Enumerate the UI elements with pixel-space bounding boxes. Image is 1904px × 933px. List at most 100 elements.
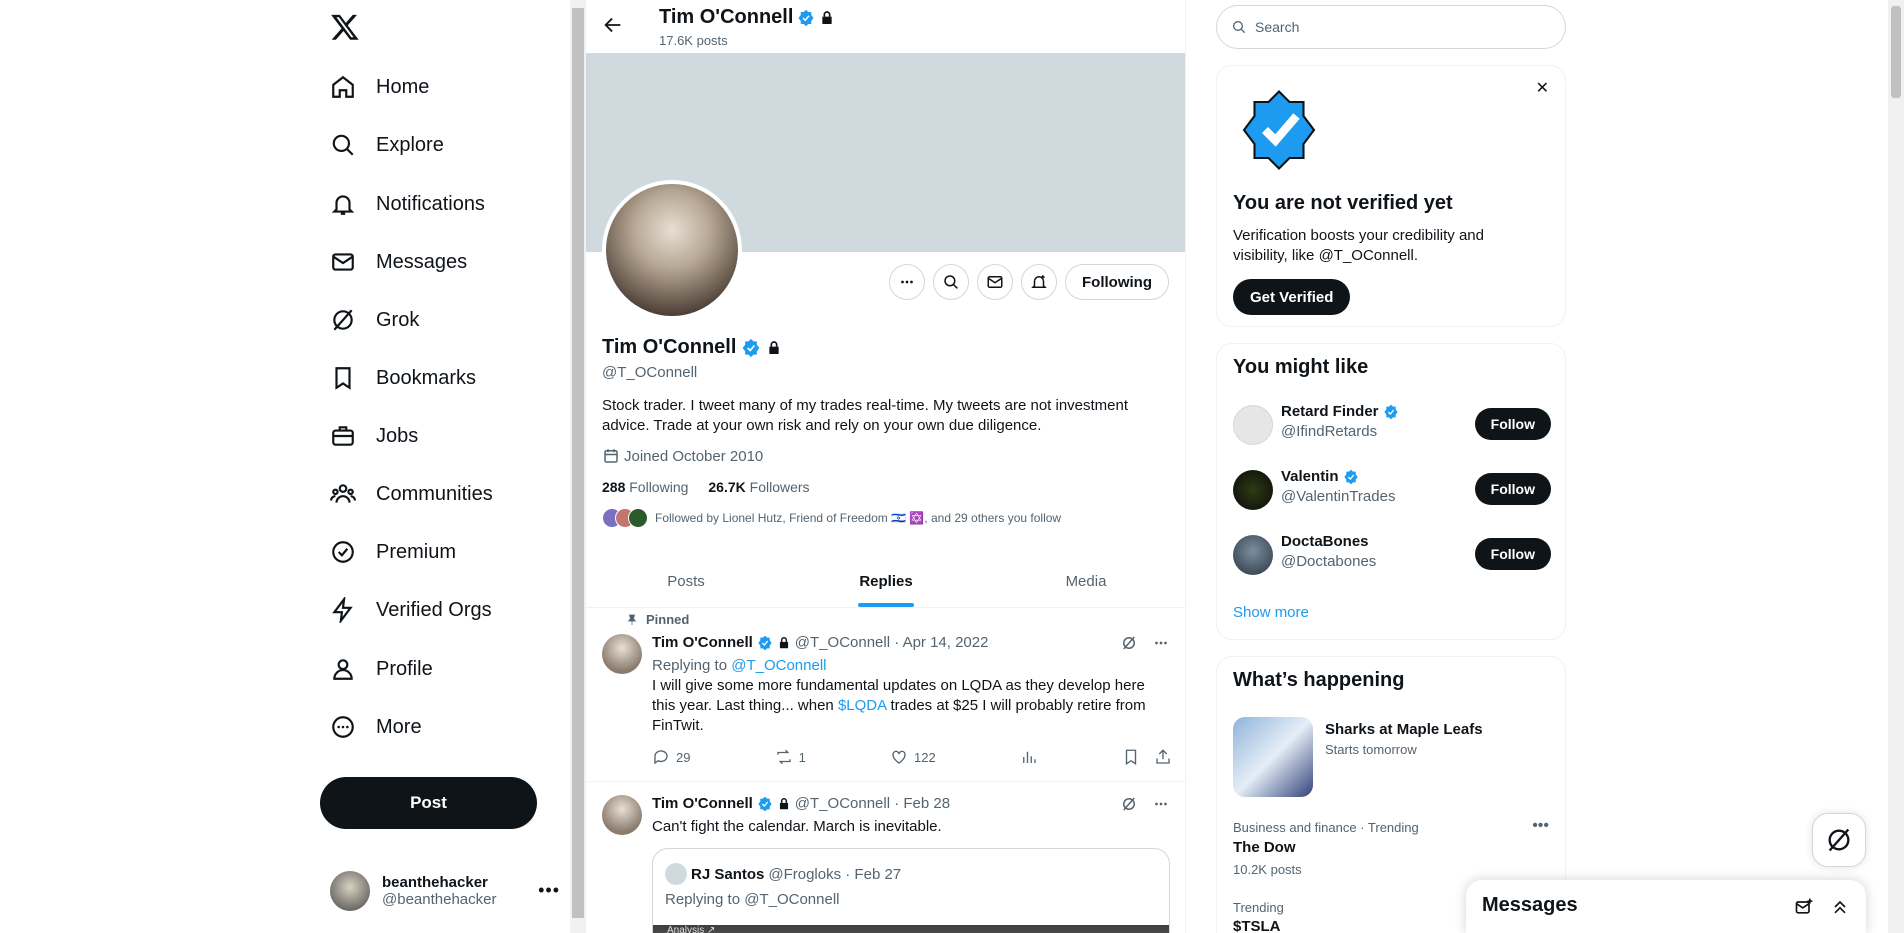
you-might-like-card: You might like Retard Finder @IfindRetar…	[1216, 343, 1566, 640]
followers-count: 26.7K	[708, 479, 746, 495]
user-avatar	[1233, 405, 1273, 445]
profile-stats: 288 Following 26.7K Followers	[602, 479, 810, 495]
tweet-avatar[interactable]	[602, 634, 642, 674]
search-profile-button[interactable]	[933, 264, 970, 300]
nav-notifications[interactable]: Notifications	[330, 182, 485, 226]
user-avatar	[1233, 535, 1273, 575]
tab-posts[interactable]: Posts	[586, 555, 786, 607]
quote-image[interactable]: Analysis ↗	[653, 925, 1169, 933]
lock-icon	[779, 636, 788, 648]
tab-media[interactable]: Media	[986, 555, 1185, 607]
page-scrollbar-thumb[interactable]	[1891, 6, 1901, 98]
tweet-author[interactable]: Tim O'Connell	[652, 634, 753, 651]
back-arrow-icon[interactable]	[602, 14, 624, 36]
followers-link[interactable]: 26.7K Followers	[708, 479, 809, 495]
follow-button[interactable]: Follow	[1474, 538, 1551, 570]
post-button[interactable]: Post	[320, 777, 537, 829]
might-like-title: You might like	[1233, 356, 1369, 378]
tab-replies[interactable]: Replies	[786, 555, 986, 607]
account-handle: @beanthehacker	[382, 891, 497, 908]
followed-by-row[interactable]: Followed by Lionel Hutz, Friend of Freed…	[602, 508, 1061, 528]
following-button[interactable]: Following	[1065, 264, 1169, 300]
followers-label: Followers	[749, 479, 810, 495]
nav-grok[interactable]: Grok	[330, 298, 419, 342]
nav-communities-label: Communities	[376, 482, 493, 505]
ellipsis-icon[interactable]: •••	[538, 880, 560, 901]
tweet-avatar[interactable]	[602, 795, 642, 835]
verified-badge-icon[interactable]	[797, 9, 815, 27]
envelope-icon	[987, 276, 1003, 288]
nav-bookmarks-label: Bookmarks	[376, 366, 477, 389]
nav-bookmarks[interactable]: Bookmarks	[330, 356, 476, 400]
replying-to-link[interactable]: @T_OConnell	[731, 657, 826, 674]
trend-name[interactable]: The Dow	[1233, 839, 1296, 856]
cashtag-link[interactable]: $LQDA	[838, 697, 886, 714]
nav-notifications-label: Notifications	[376, 192, 485, 215]
profile-handle: @T_OConnell	[602, 364, 698, 381]
get-verified-button[interactable]: Get Verified	[1233, 279, 1351, 315]
tweet[interactable]: Tim O'Connell @T_OConnell · Apr 14, 2022…	[586, 608, 1185, 782]
page-scrollbar[interactable]	[1888, 0, 1904, 933]
repost-button[interactable]: 1	[775, 748, 806, 766]
tweet-meta[interactable]: @T_OConnell · Feb 28	[795, 795, 950, 812]
ellipsis-icon[interactable]: •••	[1532, 817, 1549, 835]
verified-badge-icon[interactable]	[741, 338, 761, 358]
nav-communities[interactable]: Communities	[330, 472, 493, 516]
grok-float-button[interactable]	[1812, 813, 1866, 867]
nav-messages[interactable]: Messages	[330, 240, 467, 284]
suggested-user[interactable]: Valentin @ValentinTrades Follow	[1233, 464, 1551, 516]
user-handle: @Doctabones	[1281, 553, 1377, 570]
event-image[interactable]	[1233, 717, 1313, 797]
profile-bio: Stock trader. I tweet many of my trades …	[602, 397, 1129, 434]
grok-icon[interactable]	[1120, 795, 1138, 813]
bookmark-icon[interactable]	[1122, 748, 1140, 766]
suggested-user[interactable]: Retard Finder @IfindRetards Follow	[1233, 399, 1551, 451]
show-more-link[interactable]: Show more	[1233, 604, 1309, 621]
nav-jobs[interactable]: Jobs	[330, 414, 418, 458]
nav-verified-orgs[interactable]: Verified Orgs	[330, 588, 492, 632]
reply-button[interactable]: 29	[652, 748, 690, 766]
ellipsis-icon[interactable]	[1152, 795, 1170, 813]
views-button[interactable]	[1020, 748, 1038, 766]
follow-button[interactable]: Follow	[1474, 408, 1551, 440]
close-icon[interactable]: ✕	[1536, 78, 1549, 98]
verified-badge-illustration-icon	[1242, 90, 1316, 170]
share-icon[interactable]	[1154, 748, 1172, 766]
messages-drawer[interactable]: Messages	[1466, 880, 1866, 933]
new-message-icon[interactable]	[1794, 897, 1814, 917]
main-scrollbar[interactable]	[570, 0, 586, 933]
x-logo-icon[interactable]	[330, 12, 360, 42]
header-name-row: Tim O'Connell	[659, 6, 835, 29]
nav-explore[interactable]: Explore	[330, 123, 444, 167]
follow-button[interactable]: Follow	[1474, 473, 1551, 505]
event-title[interactable]: Sharks at Maple Leafs	[1325, 721, 1483, 738]
more-button[interactable]	[889, 264, 926, 300]
grok-icon[interactable]	[1120, 634, 1138, 652]
nav-profile[interactable]: Profile	[330, 647, 433, 691]
quoted-tweet[interactable]: RJ Santos @Frogloks · Feb 27 Replying to…	[652, 848, 1170, 933]
lock-icon	[822, 10, 833, 24]
tweet-meta[interactable]: @T_OConnell · Apr 14, 2022	[795, 634, 989, 651]
nav-more[interactable]: More	[330, 705, 422, 749]
main-scrollbar-thumb[interactable]	[572, 8, 584, 918]
nav-home[interactable]: Home	[330, 65, 429, 109]
message-button[interactable]	[977, 264, 1014, 300]
suggested-user[interactable]: DoctaBones @Doctabones Follow	[1233, 529, 1551, 581]
profile-column: Tim O'Connell 17.6K posts Following Tim …	[586, 0, 1186, 933]
trend-name[interactable]: $TSLA	[1233, 918, 1281, 933]
ellipsis-icon[interactable]	[1152, 634, 1170, 652]
analytics-icon	[1022, 751, 1036, 763]
nav-home-label: Home	[376, 75, 430, 98]
left-nav: Home Explore Notifications Messages Grok…	[320, 0, 570, 933]
account-switcher[interactable]: beanthehacker @beanthehacker •••	[330, 866, 560, 916]
user-name-row: Retard Finder	[1281, 403, 1399, 420]
repost-icon	[776, 749, 791, 765]
notify-button[interactable]	[1021, 264, 1058, 300]
chevron-double-up-icon[interactable]	[1830, 897, 1850, 917]
like-button[interactable]: 122	[890, 748, 936, 766]
following-link[interactable]: 288 Following	[602, 479, 688, 495]
nav-premium[interactable]: Premium	[330, 530, 456, 574]
tweet-author[interactable]: Tim O'Connell	[652, 795, 753, 812]
profile-avatar[interactable]	[602, 180, 742, 320]
search-input[interactable]: Search	[1216, 5, 1566, 49]
